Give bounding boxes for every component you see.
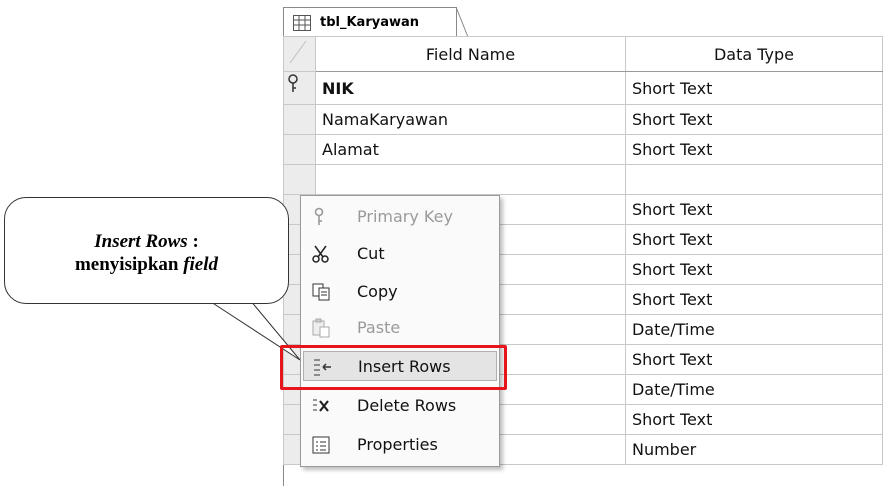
context-menu: Primary Key Cut Copy Paste Insert Rows D… — [300, 195, 500, 467]
select-all-corner[interactable] — [283, 36, 316, 72]
data-type-cell[interactable]: Short Text — [624, 404, 883, 435]
data-type-cell[interactable]: Short Text — [624, 224, 883, 255]
data-type-cell[interactable]: Short Text — [624, 71, 883, 105]
paste-icon — [312, 318, 330, 338]
data-type-cell[interactable] — [624, 164, 883, 195]
menu-item-label: Primary Key — [357, 207, 453, 226]
data-type-cell[interactable]: Number — [624, 434, 883, 465]
field-name-header[interactable]: Field Name — [315, 36, 626, 72]
data-type-cell[interactable]: Short Text — [624, 194, 883, 225]
menu-item-paste[interactable]: Paste — [303, 313, 497, 343]
key-icon — [288, 74, 298, 92]
callout-bubble: Insert Rows : menyisipkan field — [4, 197, 289, 304]
callout-line2: menyisipkan field — [74, 254, 219, 275]
data-type-cell[interactable]: Short Text — [624, 254, 883, 285]
field-name-cell[interactable]: Alamat — [315, 134, 626, 165]
header-row: Field Name Data Type — [283, 36, 883, 72]
field-name-cell[interactable]: NamaKaryawan — [315, 104, 626, 135]
key-icon — [314, 207, 324, 225]
field-name-cell[interactable] — [315, 164, 626, 195]
data-type-cell[interactable]: Date/Time — [624, 314, 883, 345]
menu-item-delete-rows[interactable]: Delete Rows — [303, 391, 497, 421]
data-type-cell[interactable]: Short Text — [624, 134, 883, 165]
table-tab[interactable]: tbl_Karyawan — [283, 7, 457, 37]
menu-item-copy[interactable]: Copy — [303, 277, 497, 307]
data-type-cell[interactable]: Short Text — [624, 284, 883, 315]
field-name-cell[interactable]: NIK — [315, 71, 626, 105]
menu-item-label: Paste — [357, 318, 401, 337]
data-type-header[interactable]: Data Type — [624, 36, 883, 72]
menu-item-label: Cut — [357, 244, 385, 263]
properties-icon — [312, 436, 330, 454]
menu-item-label: Delete Rows — [357, 396, 457, 415]
copy-icon — [312, 283, 330, 301]
menu-item-label: Copy — [357, 282, 398, 301]
row-selector[interactable] — [283, 134, 316, 165]
corner-icon — [289, 40, 307, 64]
row-selector[interactable] — [283, 104, 316, 135]
data-type-cell[interactable]: Short Text — [624, 104, 883, 135]
table-row[interactable]: NamaKaryawan Short Text — [283, 104, 883, 135]
menu-item-properties[interactable]: Properties — [303, 430, 497, 460]
tab-edge — [456, 7, 469, 37]
callout-line1: Insert Rows : — [94, 231, 199, 252]
scissors-icon — [312, 245, 329, 263]
inserted-blank-row[interactable] — [283, 164, 883, 195]
insert-rows-highlight — [280, 345, 507, 390]
menu-item-label: Properties — [357, 435, 438, 454]
tab-label: tbl_Karyawan — [320, 15, 420, 30]
table-row[interactable]: NIK Short Text — [283, 71, 883, 105]
row-selector[interactable] — [283, 71, 316, 105]
delete-rows-icon — [313, 399, 329, 412]
table-icon — [293, 15, 311, 31]
menu-item-primary-key[interactable]: Primary Key — [303, 202, 497, 232]
table-row[interactable]: Alamat Short Text — [283, 134, 883, 165]
data-type-cell[interactable]: Short Text — [624, 344, 883, 375]
row-selector-selected[interactable] — [283, 164, 316, 195]
menu-item-cut[interactable]: Cut — [303, 239, 497, 269]
data-type-cell[interactable]: Date/Time — [624, 374, 883, 405]
